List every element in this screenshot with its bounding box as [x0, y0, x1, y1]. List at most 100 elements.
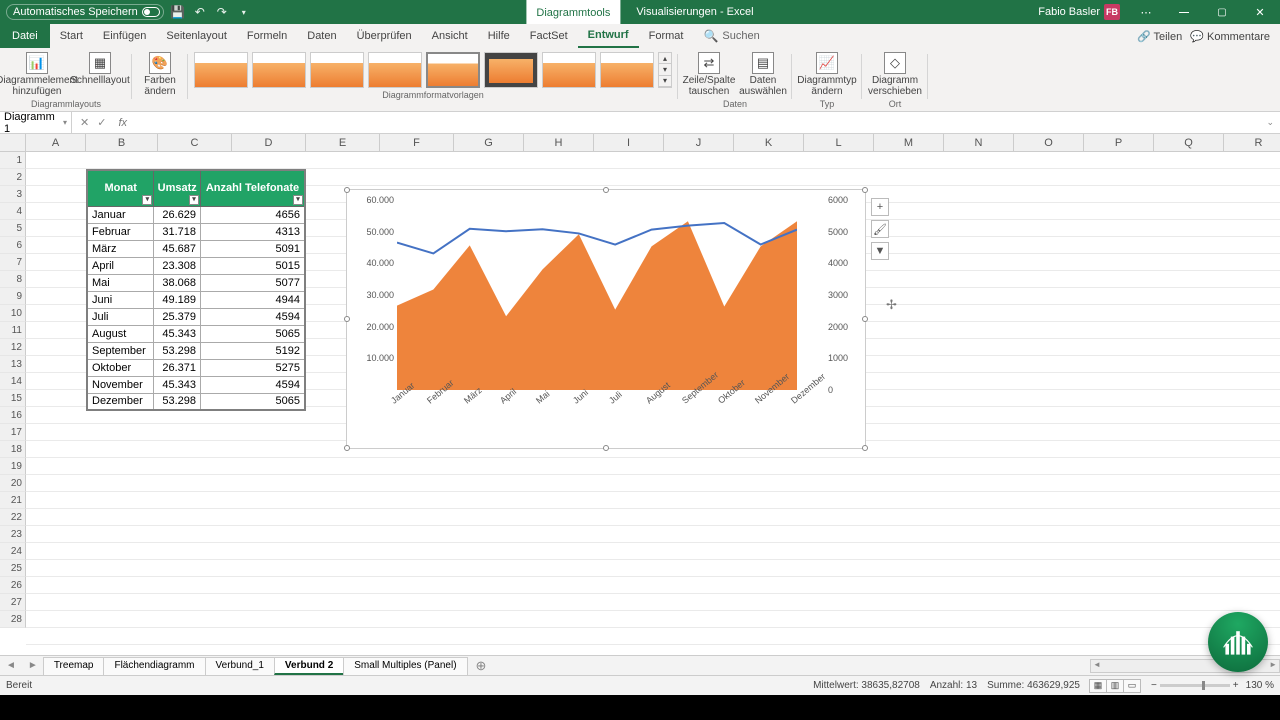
style-3[interactable]: [310, 52, 364, 88]
row-header[interactable]: 5: [0, 220, 26, 237]
chart-filter-button[interactable]: ▼: [871, 242, 889, 260]
tab-daten[interactable]: Daten: [297, 24, 346, 48]
zoom-out-button[interactable]: −: [1151, 680, 1157, 691]
embedded-chart[interactable]: 10.00020.00030.00040.00050.00060.000 010…: [346, 189, 866, 449]
chart-styles-gallery[interactable]: ▴▾▾: [192, 50, 674, 90]
table-cell[interactable]: 5275: [201, 359, 305, 376]
sheet-tab[interactable]: Verbund 2: [274, 657, 344, 675]
undo-icon[interactable]: ↶: [192, 4, 208, 20]
cancel-formula-icon[interactable]: ✕: [80, 116, 89, 129]
row-header[interactable]: 15: [0, 390, 26, 407]
column-header[interactable]: B: [86, 134, 158, 152]
add-chart-element-button[interactable]: 📊 Diagrammelement hinzufügen: [4, 50, 70, 99]
table-cell[interactable]: Mai: [87, 274, 154, 291]
chart-elements-button[interactable]: +: [871, 198, 889, 216]
fx-icon[interactable]: fx: [114, 117, 127, 129]
sheet-tab[interactable]: Treemap: [43, 657, 105, 675]
sheet-tab[interactable]: Small Multiples (Panel): [343, 657, 467, 675]
row-header[interactable]: 7: [0, 254, 26, 271]
table-cell[interactable]: 4656: [201, 206, 305, 223]
column-header[interactable]: P: [1084, 134, 1154, 152]
table-cell[interactable]: 5192: [201, 342, 305, 359]
search-button[interactable]: 🔍 Suchen: [703, 29, 759, 43]
column-header[interactable]: L: [804, 134, 874, 152]
table-cell[interactable]: 26.629: [154, 206, 201, 223]
table-cell[interactable]: 4944: [201, 291, 305, 308]
column-header[interactable]: I: [594, 134, 664, 152]
file-tab[interactable]: Datei: [0, 24, 50, 48]
column-header[interactable]: C: [158, 134, 232, 152]
tab-einfügen[interactable]: Einfügen: [93, 24, 156, 48]
row-header[interactable]: 8: [0, 271, 26, 288]
style-6[interactable]: [484, 52, 538, 88]
table-cell[interactable]: 31.718: [154, 223, 201, 240]
table-cell[interactable]: Januar: [87, 206, 154, 223]
table-cell[interactable]: 5015: [201, 257, 305, 274]
table-cell[interactable]: 45.343: [154, 325, 201, 342]
page-break-view-button[interactable]: ▭: [1123, 679, 1141, 693]
autosave-toggle[interactable]: Automatisches Speichern: [6, 4, 164, 20]
filter-dropdown-icon[interactable]: ▾: [189, 195, 199, 205]
minimize-button[interactable]: [1166, 0, 1202, 24]
style-1[interactable]: [194, 52, 248, 88]
sheet-nav-prev[interactable]: ◄: [0, 660, 22, 671]
row-header[interactable]: 4: [0, 203, 26, 220]
row-header[interactable]: 27: [0, 594, 26, 611]
tab-start[interactable]: Start: [50, 24, 93, 48]
table-cell[interactable]: Juni: [87, 291, 154, 308]
row-header[interactable]: 13: [0, 356, 26, 373]
filter-dropdown-icon[interactable]: ▾: [142, 195, 152, 205]
row-header[interactable]: 26: [0, 577, 26, 594]
sheet-tab[interactable]: Flächendiagramm: [103, 657, 205, 675]
table-cell[interactable]: 38.068: [154, 274, 201, 291]
sheet-tab[interactable]: Verbund_1: [205, 657, 275, 675]
table-cell[interactable]: 53.298: [154, 342, 201, 359]
row-header[interactable]: 2: [0, 169, 26, 186]
table-header[interactable]: Monat▾: [87, 170, 154, 206]
row-header[interactable]: 10: [0, 305, 26, 322]
table-cell[interactable]: 4594: [201, 308, 305, 325]
zoom-slider[interactable]: [1160, 684, 1230, 687]
chart-styles-button[interactable]: 🖌: [871, 220, 889, 238]
table-row[interactable]: Mai38.0685077: [87, 274, 305, 291]
select-all-corner[interactable]: [0, 134, 26, 152]
row-header[interactable]: 3: [0, 186, 26, 203]
row-header[interactable]: 18: [0, 441, 26, 458]
style-5[interactable]: [426, 52, 480, 88]
column-header[interactable]: A: [26, 134, 86, 152]
zoom-control[interactable]: − + 130 %: [1151, 680, 1274, 691]
table-cell[interactable]: 53.298: [154, 393, 201, 410]
normal-view-button[interactable]: ▦: [1089, 679, 1107, 693]
tab-entwurf[interactable]: Entwurf: [578, 24, 639, 48]
column-header[interactable]: H: [524, 134, 594, 152]
style-7[interactable]: [542, 52, 596, 88]
row-header[interactable]: 1: [0, 152, 26, 169]
styles-more-button[interactable]: ▴▾▾: [658, 52, 672, 88]
row-header[interactable]: 23: [0, 526, 26, 543]
table-row[interactable]: Januar26.6294656: [87, 206, 305, 223]
table-row[interactable]: November45.3434594: [87, 376, 305, 393]
row-header[interactable]: 17: [0, 424, 26, 441]
row-header[interactable]: 19: [0, 458, 26, 475]
row-header[interactable]: 28: [0, 611, 26, 628]
tab-hilfe[interactable]: Hilfe: [478, 24, 520, 48]
row-header[interactable]: 21: [0, 492, 26, 509]
style-4[interactable]: [368, 52, 422, 88]
table-cell[interactable]: 45.687: [154, 240, 201, 257]
table-header[interactable]: Anzahl Telefonate▾: [201, 170, 305, 206]
style-2[interactable]: [252, 52, 306, 88]
column-header[interactable]: Q: [1154, 134, 1224, 152]
tab-ansicht[interactable]: Ansicht: [422, 24, 478, 48]
table-cell[interactable]: Juli: [87, 308, 154, 325]
column-header[interactable]: E: [306, 134, 380, 152]
tab-überprüfen[interactable]: Überprüfen: [347, 24, 422, 48]
table-cell[interactable]: August: [87, 325, 154, 342]
table-cell[interactable]: April: [87, 257, 154, 274]
row-header[interactable]: 11: [0, 322, 26, 339]
select-data-button[interactable]: ▤ Daten auswählen: [738, 50, 788, 99]
table-cell[interactable]: 23.308: [154, 257, 201, 274]
table-cell[interactable]: 25.379: [154, 308, 201, 325]
column-header[interactable]: O: [1014, 134, 1084, 152]
column-header[interactable]: M: [874, 134, 944, 152]
table-row[interactable]: August45.3435065: [87, 325, 305, 342]
